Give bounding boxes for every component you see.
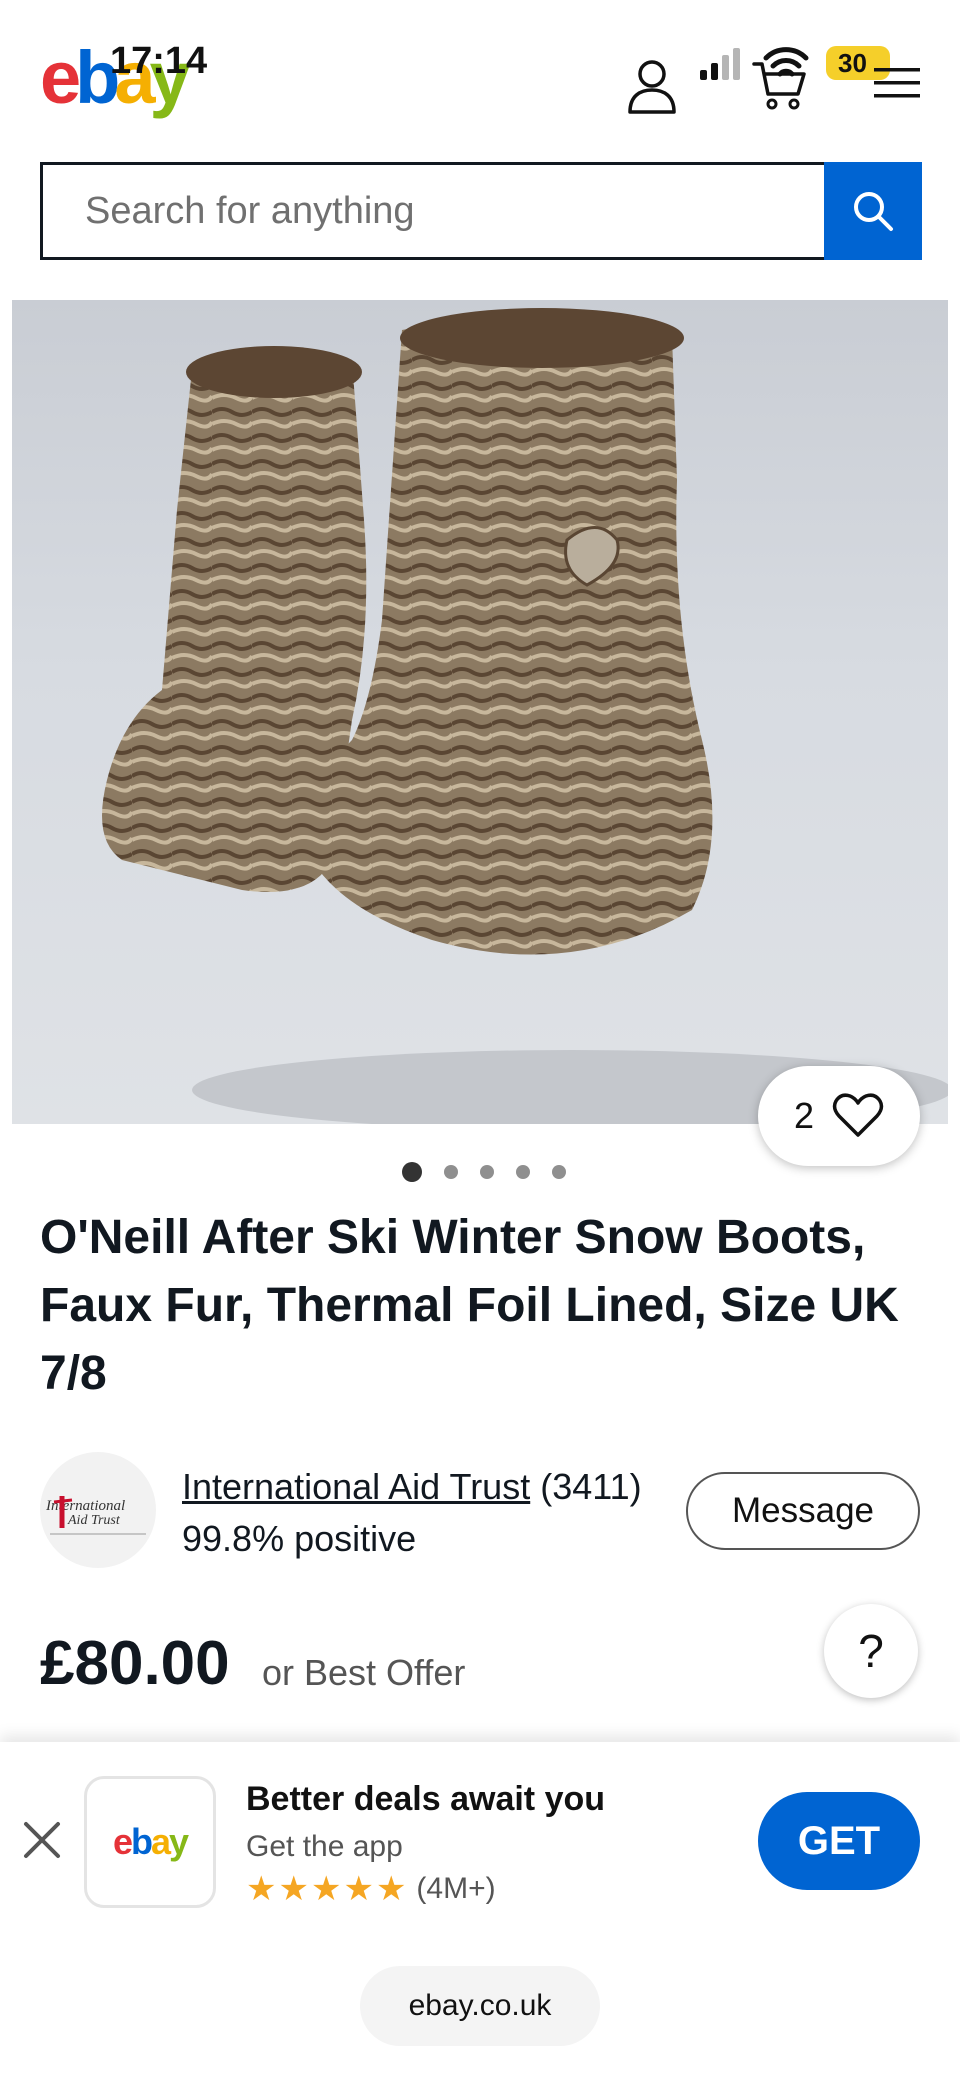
logo-letter-b: b: [75, 36, 120, 119]
watch-button[interactable]: 2: [758, 1066, 920, 1166]
search-bar: [40, 162, 922, 260]
seller-avatar[interactable]: International Aid Trust: [40, 1452, 156, 1568]
signal-icon: [700, 48, 740, 80]
rating-count: (4M+): [416, 1872, 496, 1905]
seller-logo: International Aid Trust: [45, 1496, 146, 1535]
search-input[interactable]: [43, 165, 824, 257]
star-icon: ★: [310, 1870, 342, 1908]
watch-count: 2: [793, 1095, 815, 1136]
carousel-dot[interactable]: [402, 1162, 422, 1182]
cart-icon[interactable]: [752, 60, 808, 110]
image-carousel-dots: [402, 1162, 566, 1182]
star-icon: ★: [278, 1870, 309, 1908]
search-button[interactable]: [824, 162, 922, 260]
fur-boots-photo: [102, 308, 948, 1124]
svg-text:Aid Trust: Aid Trust: [67, 1513, 121, 1528]
ebay-app-icon: ebay: [84, 1776, 216, 1908]
carousel-dot[interactable]: [516, 1165, 530, 1179]
best-offer-text: or Best Offer: [262, 1652, 466, 1693]
seller-feedback-count: (3411): [540, 1466, 642, 1507]
status-time: 17:14: [110, 40, 208, 82]
app-rating: ★ ★ ★ ★ ★ (4M+): [246, 1872, 496, 1906]
listing-title: O'Neill After Ski Winter Snow Boots, Fau…: [40, 1211, 899, 1400]
seller-name-link[interactable]: International Aid Trust: [182, 1466, 530, 1507]
close-icon[interactable]: [20, 1818, 64, 1862]
price: £80.00: [40, 1629, 230, 1698]
star-icon: ★: [375, 1870, 407, 1908]
seller-positive-rating: 99.8% positive: [182, 1518, 417, 1559]
get-app-button[interactable]: GET: [758, 1792, 920, 1890]
star-icon: ★: [246, 1870, 277, 1908]
heart-icon: [832, 1093, 884, 1137]
logo-letter-e: e: [40, 36, 81, 119]
carousel-dot[interactable]: [480, 1165, 494, 1179]
banner-subtitle: Get the app: [246, 1830, 403, 1863]
seller-name-row: International Aid Trust (3411): [182, 1466, 642, 1508]
search-icon: [854, 192, 893, 231]
product-image[interactable]: [12, 300, 948, 1124]
star-icon: ★: [343, 1870, 374, 1908]
banner-title: Better deals await you: [246, 1780, 606, 1818]
menu-icon[interactable]: [874, 66, 920, 100]
carousel-dot[interactable]: [444, 1165, 458, 1179]
carousel-dot[interactable]: [552, 1165, 566, 1179]
help-button[interactable]: ?: [824, 1604, 918, 1698]
browser-url-bar[interactable]: ebay.co.uk: [360, 1966, 600, 2046]
message-seller-button[interactable]: Message: [686, 1472, 920, 1550]
user-icon[interactable]: [626, 58, 678, 114]
